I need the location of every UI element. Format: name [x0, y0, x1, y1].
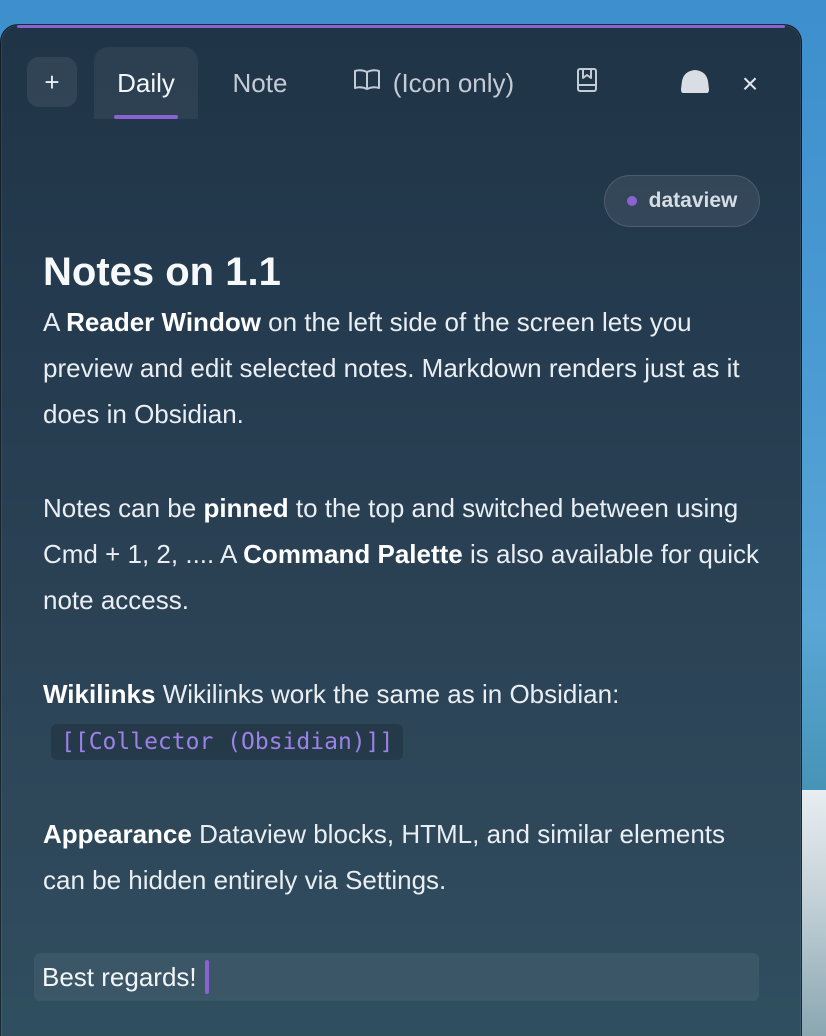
- tag-color-dot: [626, 196, 637, 206]
- tab-note[interactable]: Note: [215, 47, 305, 119]
- close-icon: ×: [741, 68, 759, 99]
- p3-bold: Wikilinks: [43, 679, 156, 709]
- tab-note-label: Note: [232, 67, 288, 98]
- new-tab-button[interactable]: +: [27, 57, 77, 107]
- cloud-button[interactable]: [677, 67, 713, 101]
- tag-pill-dataview[interactable]: dataview: [604, 175, 760, 227]
- p1-bold: Reader Window: [66, 307, 261, 337]
- active-tab-indicator: [114, 115, 178, 119]
- note-title: Notes on 1.1: [43, 250, 281, 294]
- plus-icon: +: [44, 66, 60, 97]
- p2-bold-command-palette: Command Palette: [243, 539, 463, 569]
- p2-text-a: Notes can be: [43, 493, 204, 523]
- wikilink-code[interactable]: [[Collector (Obsidian)]]: [51, 724, 404, 760]
- tab-daily-label: Daily: [117, 67, 175, 98]
- p2-bold-pinned: pinned: [203, 493, 289, 523]
- window-accent-line: [17, 25, 785, 28]
- paragraph-appearance: Appearance Dataview blocks, HTML, and si…: [43, 811, 763, 903]
- tab-bookmark[interactable]: [567, 47, 607, 119]
- editor-active-line[interactable]: Best regards!: [34, 953, 759, 1001]
- text-caret: [204, 960, 209, 994]
- close-button[interactable]: ×: [735, 68, 765, 99]
- reader-window: + Daily Note (Icon only) × dataview Note…: [0, 24, 802, 1036]
- paragraph-wikilinks: Wikilinks Wikilinks work the same as in …: [43, 671, 763, 763]
- cloud-icon: [679, 67, 711, 102]
- note-content[interactable]: Notes on 1.1 A Reader Window on the left…: [43, 245, 763, 903]
- p1-text-a: A: [43, 307, 67, 337]
- tab-daily[interactable]: Daily: [94, 47, 198, 119]
- tab-bar: + Daily Note (Icon only) ×: [1, 47, 801, 119]
- paragraph-pinned: Notes can be pinned to the top and switc…: [43, 485, 763, 623]
- tab-icon-only-label: (Icon only): [392, 67, 515, 98]
- editor-line-text: Best regards!: [42, 961, 197, 992]
- tab-icon-only[interactable]: (Icon only): [331, 47, 536, 119]
- p3-text: Wikilinks work the same as in Obsidian:: [155, 679, 620, 709]
- p4-bold: Appearance: [43, 819, 192, 849]
- bookmark-icon: [576, 67, 598, 100]
- tag-label: dataview: [648, 189, 738, 212]
- book-open-icon: [353, 68, 381, 99]
- paragraph-reader-window: A Reader Window on the left side of the …: [43, 299, 763, 437]
